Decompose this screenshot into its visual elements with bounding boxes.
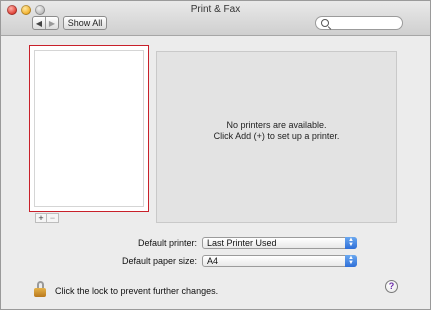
lock-icon[interactable] — [34, 281, 46, 297]
back-button[interactable]: ◀ — [33, 17, 45, 29]
default-paper-size-popup[interactable]: A4 ▲ ▼ — [202, 255, 357, 267]
lock-body — [34, 288, 46, 297]
show-all-button[interactable]: Show All — [63, 16, 107, 30]
no-printers-line1: No printers are available. — [226, 120, 327, 130]
window-title: Print & Fax — [190, 4, 241, 15]
printer-list[interactable] — [29, 45, 149, 212]
lock-message: Click the lock to prevent further change… — [55, 286, 219, 296]
search-field[interactable] — [315, 16, 403, 30]
remove-printer-button[interactable]: − — [47, 213, 59, 223]
no-printers-message: No printers are available. Click Add (+)… — [157, 120, 396, 142]
default-printer-value: Last Printer Used — [207, 238, 277, 248]
search-icon — [321, 19, 329, 27]
default-printer-popup[interactable]: Last Printer Used ▲ ▼ — [202, 237, 357, 249]
forward-button[interactable]: ▶ — [45, 17, 58, 29]
popup-arrows-icon: ▲ ▼ — [345, 237, 357, 249]
help-icon[interactable]: ? — [385, 280, 398, 293]
printer-detail-panel: No printers are available. Click Add (+)… — [156, 51, 397, 223]
default-paper-size-label: Default paper size: — [121, 256, 197, 266]
printer-list-area — [34, 50, 144, 207]
popup-arrows-icon: ▲ ▼ — [345, 255, 357, 267]
printer-list-controls: + − — [35, 213, 59, 223]
no-printers-line2: Click Add (+) to set up a printer. — [213, 131, 340, 141]
nav-buttons: ◀ ▶ — [32, 16, 59, 30]
print-fax-window: Print & Fax ◀ ▶ Show All + − No printers… — [0, 0, 431, 310]
title-bar: Print & Fax ◀ ▶ Show All — [1, 1, 430, 36]
default-paper-size-value: A4 — [207, 256, 219, 266]
default-printer-label: Default printer: — [137, 238, 197, 248]
add-printer-button[interactable]: + — [35, 213, 47, 223]
